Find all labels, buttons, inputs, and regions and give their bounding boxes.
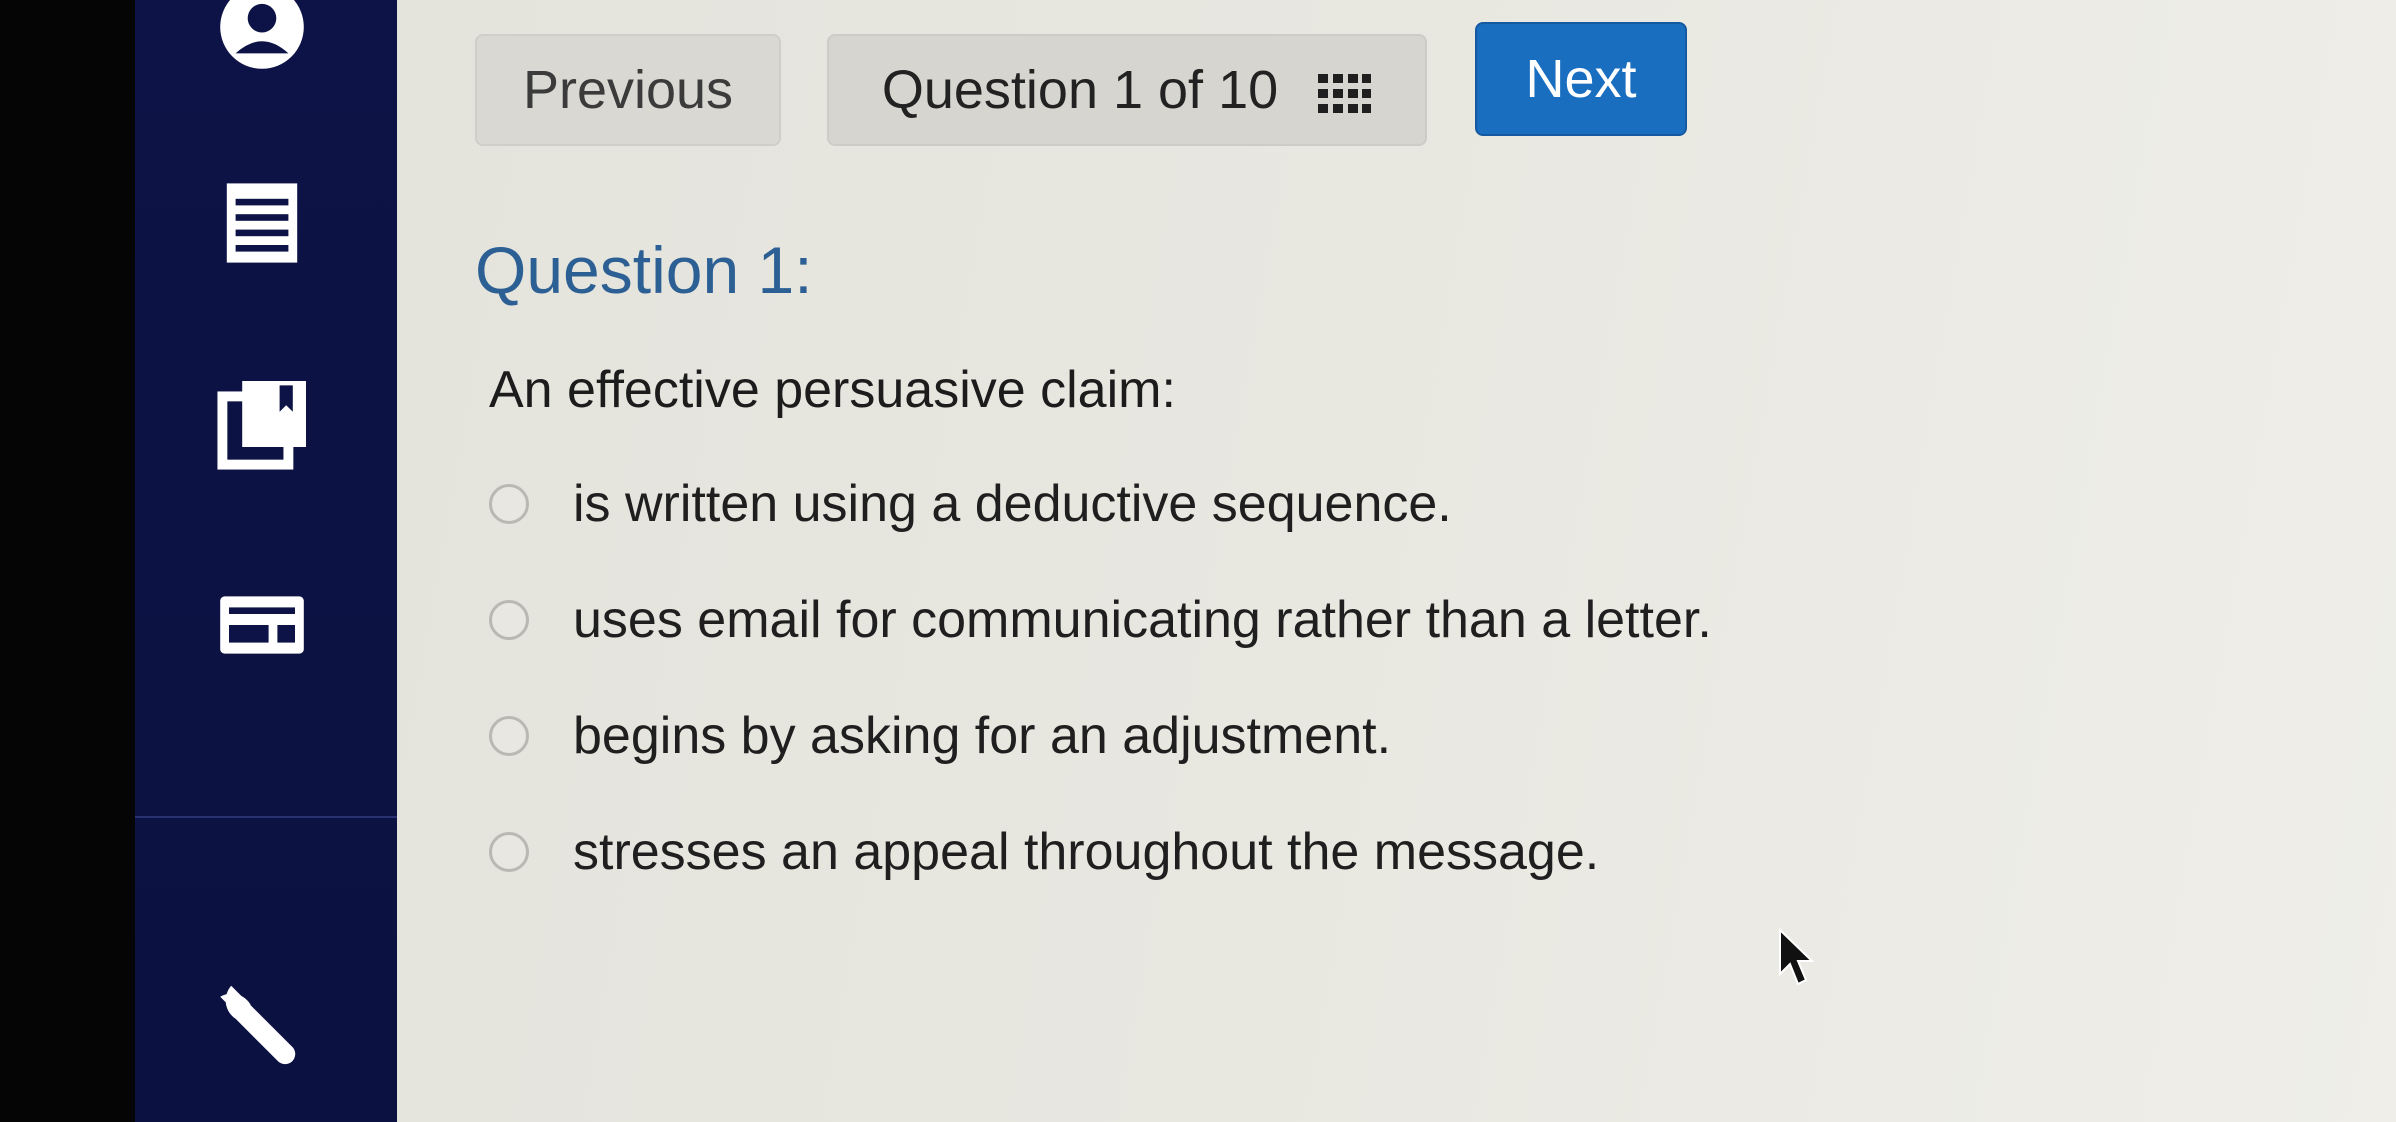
- next-button-label: Next: [1525, 49, 1637, 109]
- notes-icon[interactable]: [207, 168, 317, 278]
- radio-button[interactable]: [489, 716, 529, 756]
- grid-icon: [1316, 67, 1372, 113]
- answer-choice[interactable]: is written using a deductive sequence.: [489, 474, 1889, 534]
- question-counter: Question 1 of 10: [881, 60, 1279, 120]
- user-icon[interactable]: [207, 0, 317, 82]
- wrench-icon[interactable]: [207, 966, 317, 1076]
- next-button[interactable]: Next: [1475, 22, 1687, 136]
- answer-choice[interactable]: stresses an appeal throughout the messag…: [489, 822, 1889, 882]
- answer-choice[interactable]: begins by asking for an adjustment.: [489, 706, 1889, 766]
- sidebar: [135, 0, 397, 1122]
- choice-label: stresses an appeal throughout the messag…: [573, 823, 1600, 881]
- previous-button[interactable]: Previous: [475, 34, 781, 146]
- previous-button-label: Previous: [522, 60, 734, 120]
- question-stem: An effective persuasive claim:: [489, 361, 1176, 419]
- sidebar-divider: [135, 816, 397, 818]
- radio-button[interactable]: [489, 484, 529, 524]
- answer-choice[interactable]: uses email for communicating rather than…: [489, 590, 1889, 650]
- mouse-cursor-icon: [1778, 927, 1815, 988]
- question-title: Question 1:: [475, 233, 813, 307]
- screen-bezel: [0, 0, 135, 1122]
- choice-label: uses email for communicating rather than…: [573, 591, 1712, 649]
- choice-label: is written using a deductive sequence.: [573, 475, 1452, 533]
- main-content: Previous Question 1 of 10 Next Question …: [397, 0, 2396, 1122]
- radio-button[interactable]: [489, 600, 529, 640]
- choice-label: begins by asking for an adjustment.: [573, 707, 1392, 765]
- bookmarks-icon[interactable]: [207, 370, 317, 480]
- card-icon[interactable]: [207, 570, 317, 680]
- radio-button[interactable]: [489, 832, 529, 872]
- question-navigator-button[interactable]: Question 1 of 10: [827, 34, 1427, 146]
